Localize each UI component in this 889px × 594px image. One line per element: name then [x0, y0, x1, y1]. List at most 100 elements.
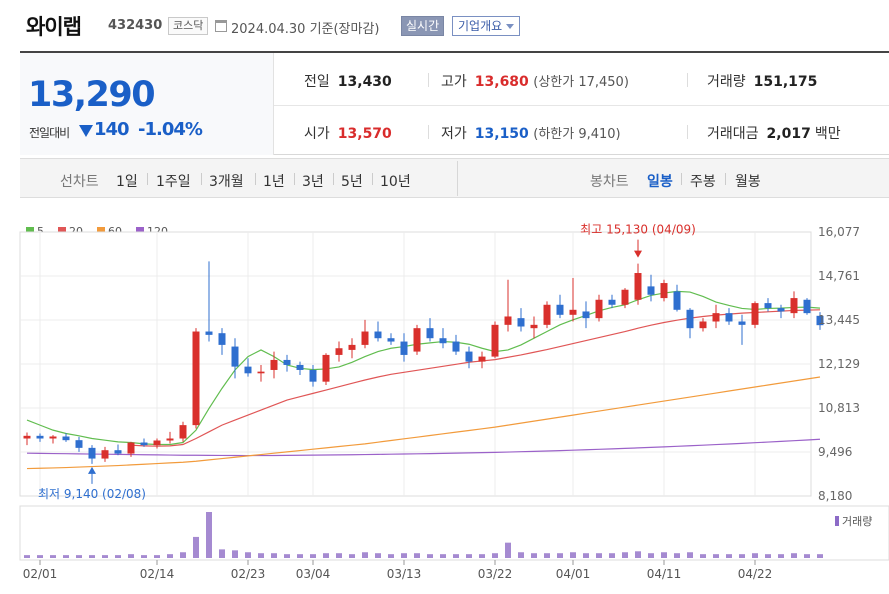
- low-label: 저가: [441, 126, 467, 142]
- volume-bar: [128, 554, 134, 558]
- volume-bar: [609, 553, 615, 558]
- volume-bar: [50, 555, 56, 558]
- stock-code: 432430: [108, 18, 163, 33]
- change-value: 140: [94, 119, 130, 140]
- y-tick-label: 14,761: [818, 269, 860, 283]
- divider: [687, 73, 688, 87]
- x-tick-label: 03/22: [478, 567, 513, 581]
- candle-monthly[interactable]: 월봉: [735, 171, 761, 191]
- volume-bar: [206, 512, 212, 558]
- candle-daily[interactable]: 일봉: [647, 171, 673, 191]
- x-tick-label: 03/04: [296, 567, 331, 581]
- candle-body: [114, 450, 122, 454]
- trade-amount: 거래대금 2,017 백만: [707, 123, 841, 143]
- candle-body: [712, 313, 720, 322]
- candle-body: [634, 273, 642, 300]
- volume-legend-swatch: [835, 516, 839, 526]
- candle-body: [270, 359, 278, 370]
- current-price: 13,290: [28, 75, 156, 115]
- x-tick-label: 03/13: [387, 567, 422, 581]
- volume-legend-label: 거래량: [842, 515, 872, 528]
- prev-close-value: 13,430: [337, 74, 392, 90]
- company-overview-dropdown[interactable]: 기업개요: [452, 16, 521, 36]
- period-5y[interactable]: 5년: [341, 171, 363, 191]
- section-separator: [457, 161, 458, 196]
- divider: [428, 73, 429, 87]
- candle-body: [179, 425, 187, 439]
- candle-body: [218, 333, 226, 345]
- realtime-button[interactable]: 실시간: [401, 16, 445, 36]
- y-tick-label: 10,813: [818, 401, 860, 415]
- period-10y[interactable]: 10년: [380, 171, 411, 191]
- candle-body: [192, 331, 200, 426]
- period-bar: 선차트 1일 1주일 3개월 1년 3년 5년 10년 봉차트 일봉 주봉 월봉: [20, 158, 889, 198]
- x-tick-label: 02/14: [140, 567, 175, 581]
- candle-body: [608, 299, 616, 305]
- candle-body: [309, 369, 317, 382]
- divider: [255, 173, 256, 185]
- period-1w[interactable]: 1주일: [156, 171, 191, 191]
- volume-bar: [713, 554, 719, 558]
- candle-body: [36, 435, 44, 439]
- candle-body: [777, 308, 785, 312]
- volume-bar: [89, 555, 95, 558]
- volume-bar: [37, 555, 43, 558]
- down-triangle-icon: [79, 125, 93, 137]
- volume-bar: [557, 553, 563, 558]
- low-price: 저가 13,150 (하한가 9,410): [441, 123, 621, 143]
- volume-bar: [349, 554, 355, 558]
- candle-body: [504, 316, 512, 325]
- candle-body: [387, 338, 395, 342]
- change-percent: -1.04%: [138, 119, 203, 140]
- volume-bar: [414, 553, 420, 558]
- candle-body: [62, 436, 70, 441]
- volume-bar: [388, 554, 394, 558]
- candle-body: [491, 324, 499, 357]
- candle-body: [153, 440, 161, 446]
- volume-bar: [63, 555, 69, 558]
- volume-bar: [661, 552, 667, 558]
- candle-body: [803, 299, 811, 314]
- candle-body: [517, 318, 525, 327]
- open-label: 시가: [304, 126, 330, 142]
- open-value: 13,570: [337, 126, 392, 142]
- candle-body: [686, 309, 694, 329]
- y-tick-label: 13,445: [818, 313, 860, 327]
- volume-bar: [752, 553, 758, 558]
- candle-body: [400, 341, 408, 355]
- chevron-down-icon: [506, 24, 515, 29]
- volume-bar: [466, 554, 472, 558]
- candle-body: [673, 291, 681, 310]
- volume-bar: [141, 555, 147, 558]
- stock-chart[interactable]: 52060120 최고 15,130 (04/09)최저 9,140 (02/0…: [0, 210, 889, 594]
- volume-bar: [583, 553, 589, 558]
- low-annotation: 최저 9,140 (02/08): [38, 487, 146, 501]
- volume-bar: [297, 554, 303, 558]
- volume-bar: [544, 553, 550, 558]
- volume-bar: [284, 554, 290, 558]
- lower-limit: (하한가 9,410): [533, 127, 621, 142]
- period-1y[interactable]: 1년: [263, 171, 285, 191]
- candle-body: [49, 436, 57, 439]
- period-3m[interactable]: 3개월: [209, 171, 244, 191]
- candle-body: [465, 351, 473, 362]
- candle-body: [699, 321, 707, 329]
- volume-bar: [596, 553, 602, 558]
- period-3y[interactable]: 3년: [302, 171, 324, 191]
- y-tick-label: 8,180: [818, 489, 852, 503]
- candle-body: [764, 303, 772, 309]
- candle-weekly[interactable]: 주봉: [690, 171, 716, 191]
- candle-body: [582, 311, 590, 319]
- volume-bar: [492, 553, 498, 558]
- x-tick-label: 04/22: [738, 567, 773, 581]
- amount-value: 2,017: [766, 126, 811, 142]
- candle-body: [231, 346, 239, 367]
- volume-bar: [375, 553, 381, 558]
- period-1d[interactable]: 1일: [116, 171, 138, 191]
- volume-bar: [219, 549, 225, 558]
- candle-body: [621, 289, 629, 305]
- candle-body: [790, 298, 798, 314]
- candle-body: [244, 366, 252, 374]
- divider: [428, 125, 429, 139]
- candle-body: [205, 331, 213, 335]
